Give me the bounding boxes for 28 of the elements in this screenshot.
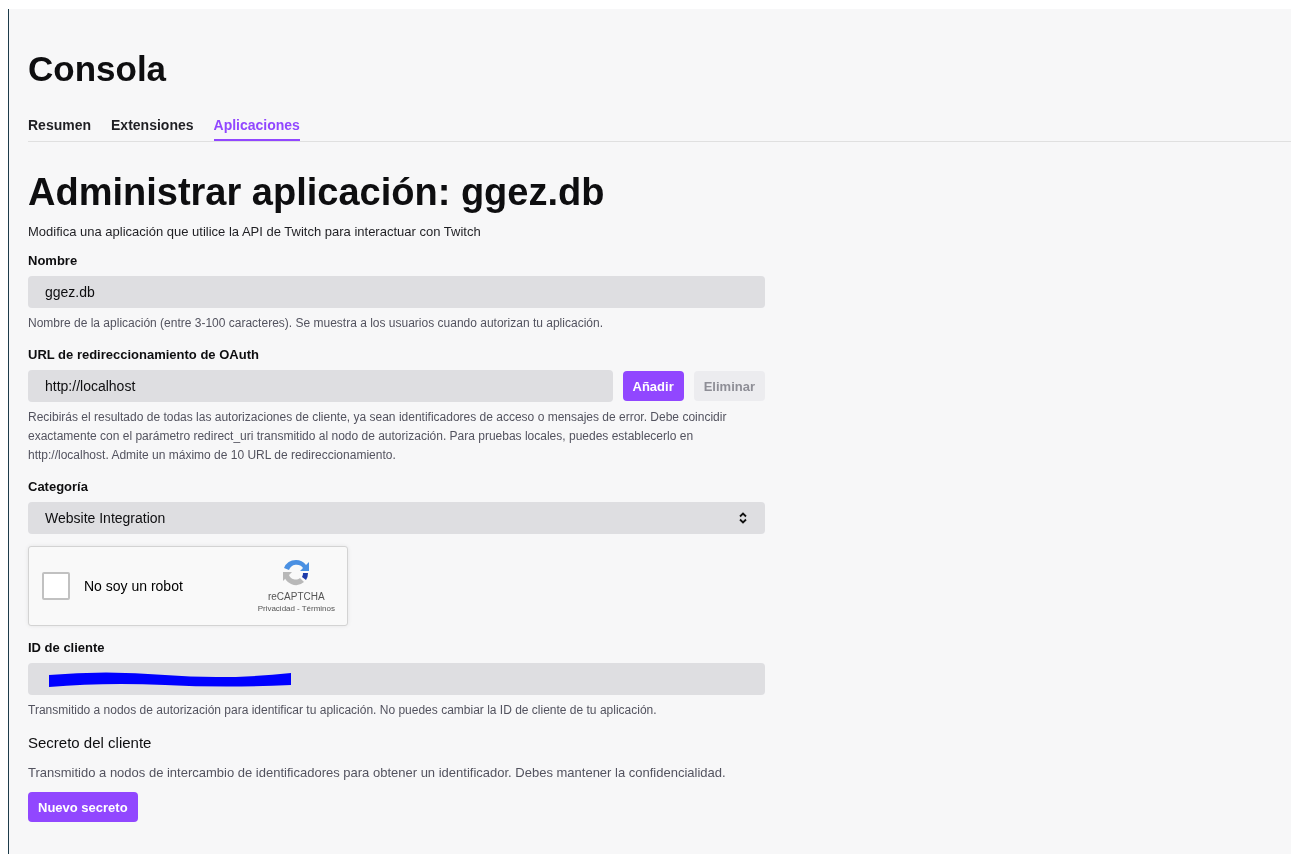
captcha-brand: reCAPTCHA bbox=[267, 591, 325, 602]
captcha-checkbox[interactable] bbox=[42, 572, 70, 600]
page-subtitle: Modifica una aplicación que utilice la API de Twitch para interactuar con Twitch bbox=[28, 224, 482, 239]
client-id-field[interactable] bbox=[28, 663, 765, 695]
page-heading: Administrar aplicación: ggez.db bbox=[28, 170, 606, 214]
page-title: Consola bbox=[28, 48, 168, 89]
help-text: Transmitido a nodos de autorización para identificar tu aplicación. No puedes cambiar la ID de cliente de tu aplicación. bbox=[28, 702, 658, 719]
tab[interactable]: Aplicaciones bbox=[213, 117, 300, 141]
field-label: Nombre bbox=[28, 253, 79, 268]
help-text: Transmitido a nodos de intercambio de identificadores para obtener un identificador. Debes mantener la confidencialidad. bbox=[28, 764, 727, 782]
help-text: Nombre de la aplicación (entre 3-100 caracteres). Se muestra a los usuarios cuando autorizan tu aplicación. bbox=[28, 315, 604, 332]
redirect-url-input-field[interactable]: http://localhost bbox=[28, 370, 613, 402]
field-label: URL de redireccionamiento de OAuth bbox=[28, 347, 260, 362]
section-title: Secreto del cliente bbox=[28, 734, 153, 751]
name-input-field[interactable]: ggez.db bbox=[28, 276, 765, 308]
link-separator: - bbox=[297, 604, 300, 613]
field-label: Categoría bbox=[28, 479, 89, 494]
terms-link[interactable]: Términos bbox=[301, 604, 335, 613]
field-label: ID de cliente bbox=[28, 640, 106, 655]
category-select[interactable]: Website Integration bbox=[28, 502, 765, 534]
tab[interactable]: Extensiones bbox=[111, 117, 194, 141]
new-secret-button[interactable]: Nuevo secreto bbox=[28, 792, 138, 822]
help-text: Recibirás el resultado de todas las autorizaciones de cliente, ya sean identificadores de acceso o mensajes de error. Debe coincidir exactamente con el parámetro redirect_uri transmitido al nodo de autorización. Para pruebas locales, puedes establecerlo en http://localhost. Admite un máximo de 10 URL de redireccionamiento. bbox=[28, 409, 728, 464]
add-button[interactable]: Añadir bbox=[622, 371, 684, 401]
privacy-link[interactable]: Privacidad bbox=[257, 604, 295, 613]
captcha-label: No soy un robot bbox=[84, 578, 183, 594]
chevron-up-down-icon bbox=[738, 512, 748, 524]
tab[interactable]: Resumen bbox=[28, 117, 92, 141]
